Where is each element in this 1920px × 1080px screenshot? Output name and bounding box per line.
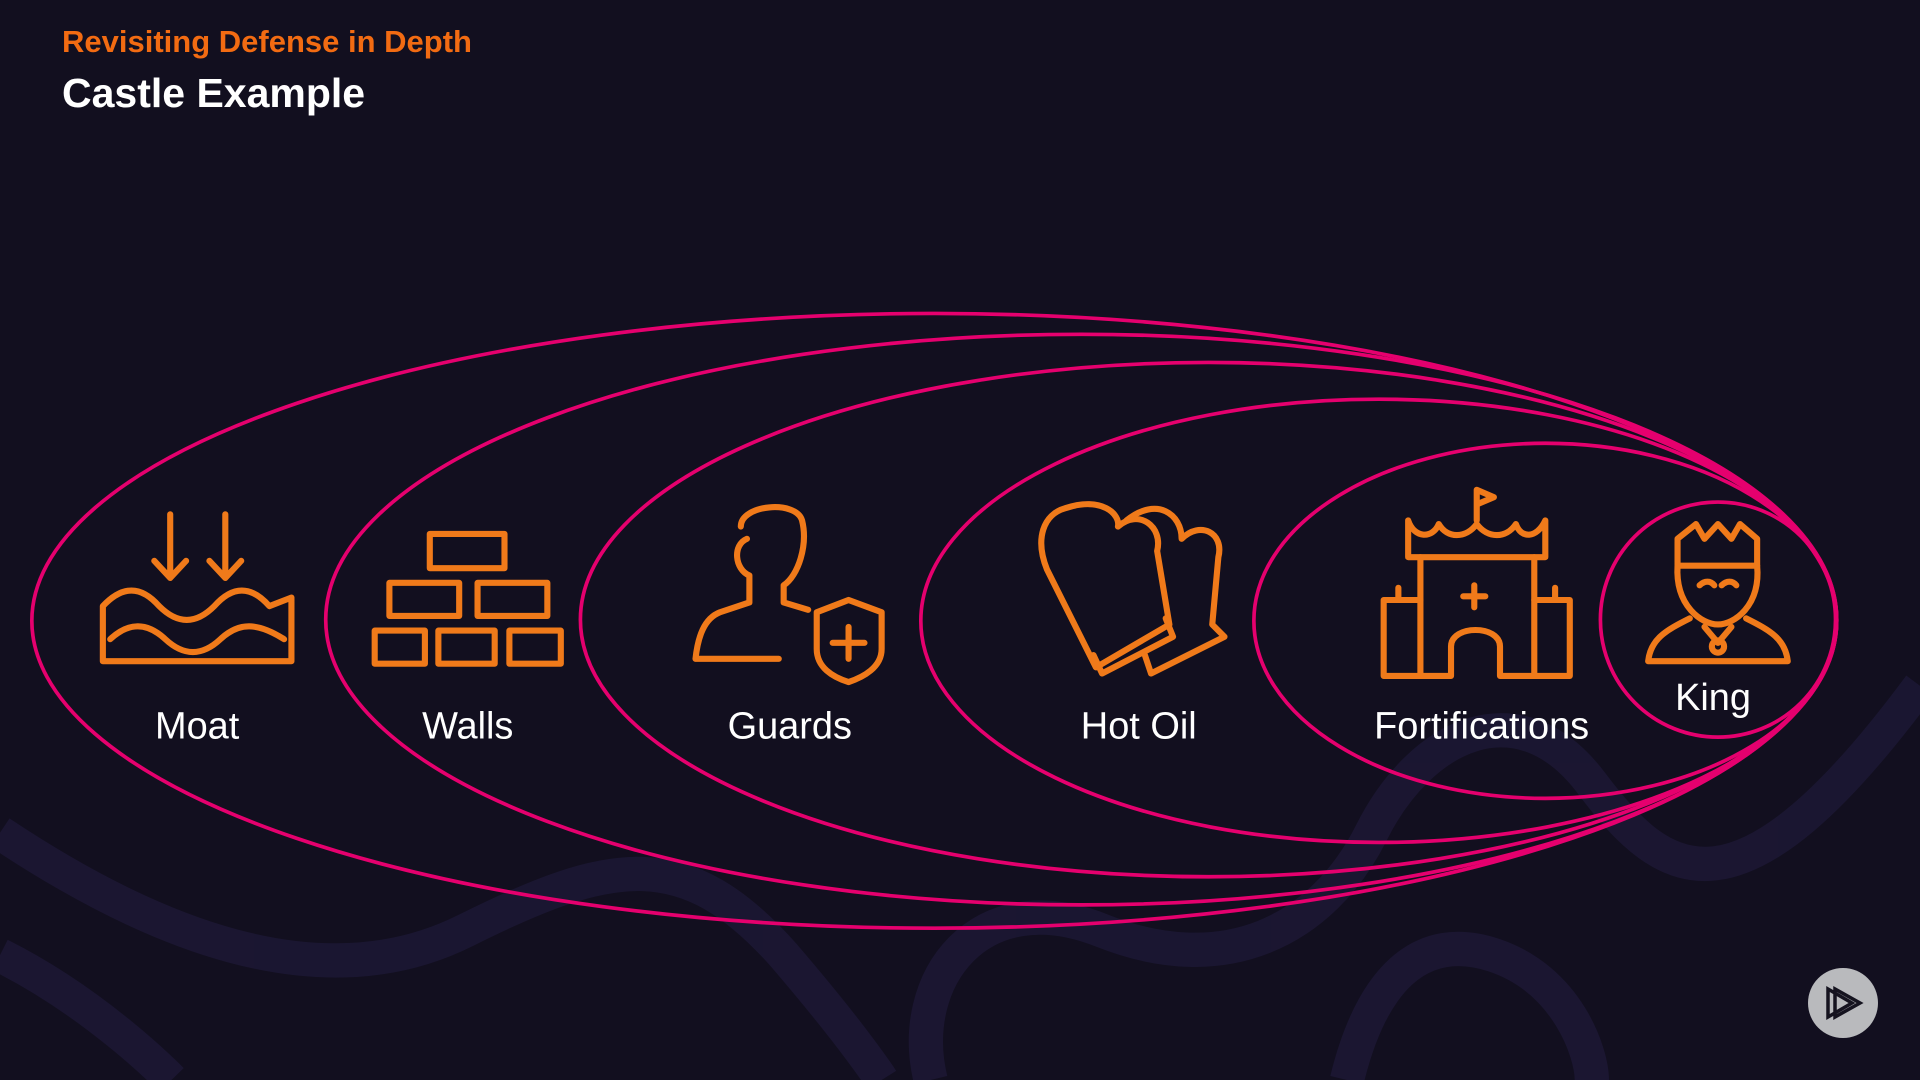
label-walls: Walls xyxy=(422,705,513,747)
oven-mitts-icon xyxy=(1038,501,1228,677)
background-swirls xyxy=(0,675,1920,1080)
label-guards: Guards xyxy=(728,705,852,747)
bricks-icon xyxy=(371,530,564,667)
defense-rings xyxy=(30,311,1839,930)
slide-canvas: Moat Walls Guards Hot Oil Fortifications… xyxy=(0,311,1920,1080)
label-moat: Moat xyxy=(155,705,240,747)
crown-king-icon xyxy=(1645,521,1791,665)
play-logo-icon xyxy=(1826,985,1864,1021)
castle-icon xyxy=(1380,486,1573,679)
slide-kicker: Revisiting Defense in Depth xyxy=(62,24,472,59)
label-hot-oil: Hot Oil xyxy=(1081,705,1197,747)
ring-moat xyxy=(30,311,1839,930)
label-fortifications: Fortifications xyxy=(1374,705,1589,747)
label-king: King xyxy=(1675,677,1751,719)
slide-title: Castle Example xyxy=(62,70,366,116)
waves-arrows-icon xyxy=(99,511,295,665)
player-button[interactable] xyxy=(1808,968,1878,1038)
guard-shield-icon xyxy=(692,504,885,686)
